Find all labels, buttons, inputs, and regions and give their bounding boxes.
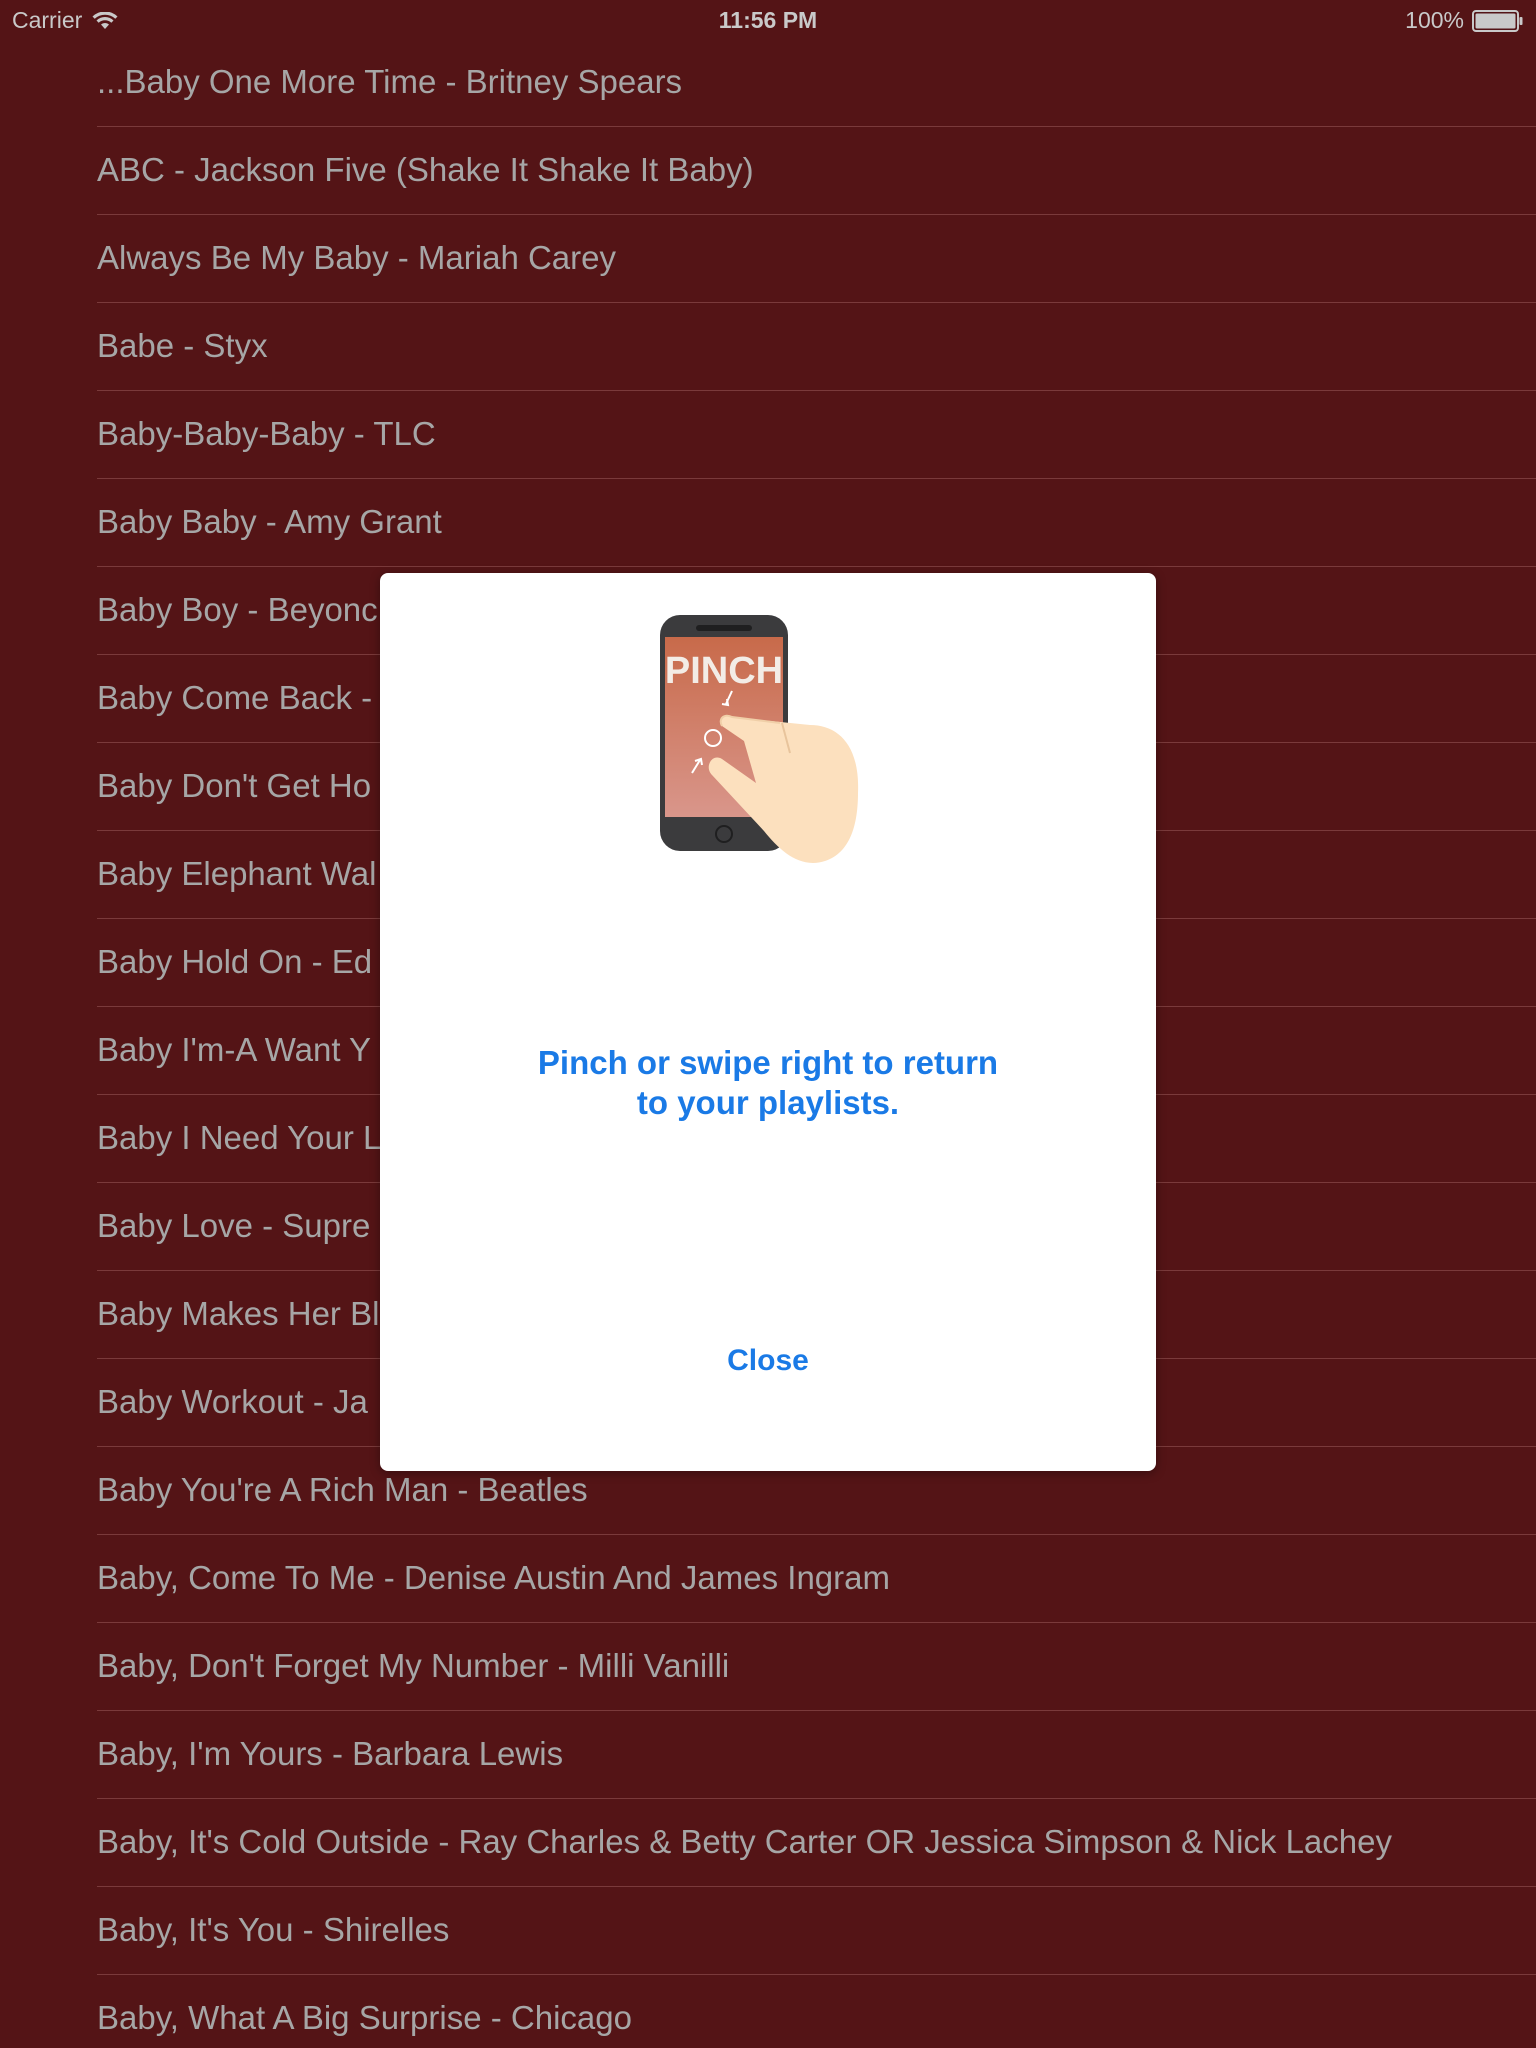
- song-title: Baby Boy - Beyonc: [97, 591, 378, 628]
- battery-icon: [1472, 9, 1523, 32]
- song-title: ABC - Jackson Five (Shake It Shake It Ba…: [97, 151, 754, 188]
- song-row[interactable]: Baby, It's Cold Outside - Ray Charles & …: [97, 1799, 1536, 1887]
- song-title: Baby Baby - Amy Grant: [97, 503, 442, 540]
- tutorial-message-line1: Pinch or swipe right to return: [537, 1044, 999, 1081]
- song-row[interactable]: Baby Baby - Amy Grant: [97, 479, 1536, 567]
- song-row[interactable]: Always Be My Baby - Mariah Carey: [97, 215, 1536, 303]
- battery-percentage: 100%: [1405, 7, 1464, 33]
- song-title: Baby I'm-A Want Y: [97, 1031, 372, 1068]
- tutorial-message-line2: to your playlists.: [636, 1084, 900, 1121]
- status-bar: Carrier 11:56 PM 100%: [0, 0, 1536, 40]
- song-row[interactable]: Babe - Styx: [97, 303, 1536, 391]
- tutorial-message: Pinch or swipe right to return to your p…: [380, 1043, 1156, 1123]
- song-title: Baby Hold On - Ed: [97, 943, 373, 980]
- song-row[interactable]: Baby-Baby-Baby - TLC: [97, 391, 1536, 479]
- song-row[interactable]: ...Baby One More Time - Britney Spears: [97, 39, 1536, 127]
- song-row[interactable]: Baby, It's You - Shirelles: [97, 1887, 1536, 1975]
- song-title: Baby I Need Your L: [97, 1119, 382, 1156]
- pinch-gesture-illustration: PINCH: [660, 615, 859, 863]
- song-title: Baby You're A Rich Man - Beatles: [97, 1471, 588, 1508]
- song-title: Baby, It's Cold Outside - Ray Charles & …: [97, 1823, 1392, 1860]
- song-title: Baby, Come To Me - Denise Austin And Jam…: [97, 1559, 890, 1596]
- screen: Carrier 11:56 PM 100% ...Baby One More T…: [0, 0, 1536, 2048]
- song-row[interactable]: Baby, Don't Forget My Number - Milli Van…: [97, 1623, 1536, 1711]
- song-title: Baby Don't Get Ho: [97, 767, 372, 804]
- song-row[interactable]: Baby, I'm Yours - Barbara Lewis: [97, 1711, 1536, 1799]
- song-title: Baby, Don't Forget My Number - Milli Van…: [97, 1647, 730, 1684]
- song-title: Baby Love - Supre: [97, 1207, 371, 1244]
- song-title: Baby, I'm Yours - Barbara Lewis: [97, 1735, 564, 1772]
- song-title: Baby Come Back -: [97, 679, 373, 716]
- song-title: Baby-Baby-Baby - TLC: [97, 415, 436, 452]
- status-time: 11:56 PM: [718, 7, 818, 33]
- song-title: Babe - Styx: [97, 327, 268, 364]
- song-row[interactable]: Baby, What A Big Surprise - Chicago: [97, 1975, 1536, 2048]
- song-title: Baby, What A Big Surprise - Chicago: [97, 1999, 632, 2036]
- close-button[interactable]: Close: [668, 1331, 868, 1391]
- song-title: Baby, It's You - Shirelles: [97, 1911, 450, 1948]
- song-title: Baby Makes Her Bl: [97, 1295, 380, 1332]
- song-title: Baby Workout - Ja: [97, 1383, 368, 1420]
- song-title: ...Baby One More Time - Britney Spears: [97, 63, 683, 100]
- song-row[interactable]: ABC - Jackson Five (Shake It Shake It Ba…: [97, 127, 1536, 215]
- song-title: Baby Elephant Wal: [97, 855, 377, 892]
- pinch-label: PINCH: [665, 650, 783, 692]
- tutorial-popup: PINCH Pinch or swipe right to return to …: [380, 573, 1156, 1471]
- status-right: 100%: [1405, 7, 1524, 34]
- song-title: Always Be My Baby - Mariah Carey: [97, 239, 616, 276]
- song-row[interactable]: Baby, Come To Me - Denise Austin And Jam…: [97, 1535, 1536, 1623]
